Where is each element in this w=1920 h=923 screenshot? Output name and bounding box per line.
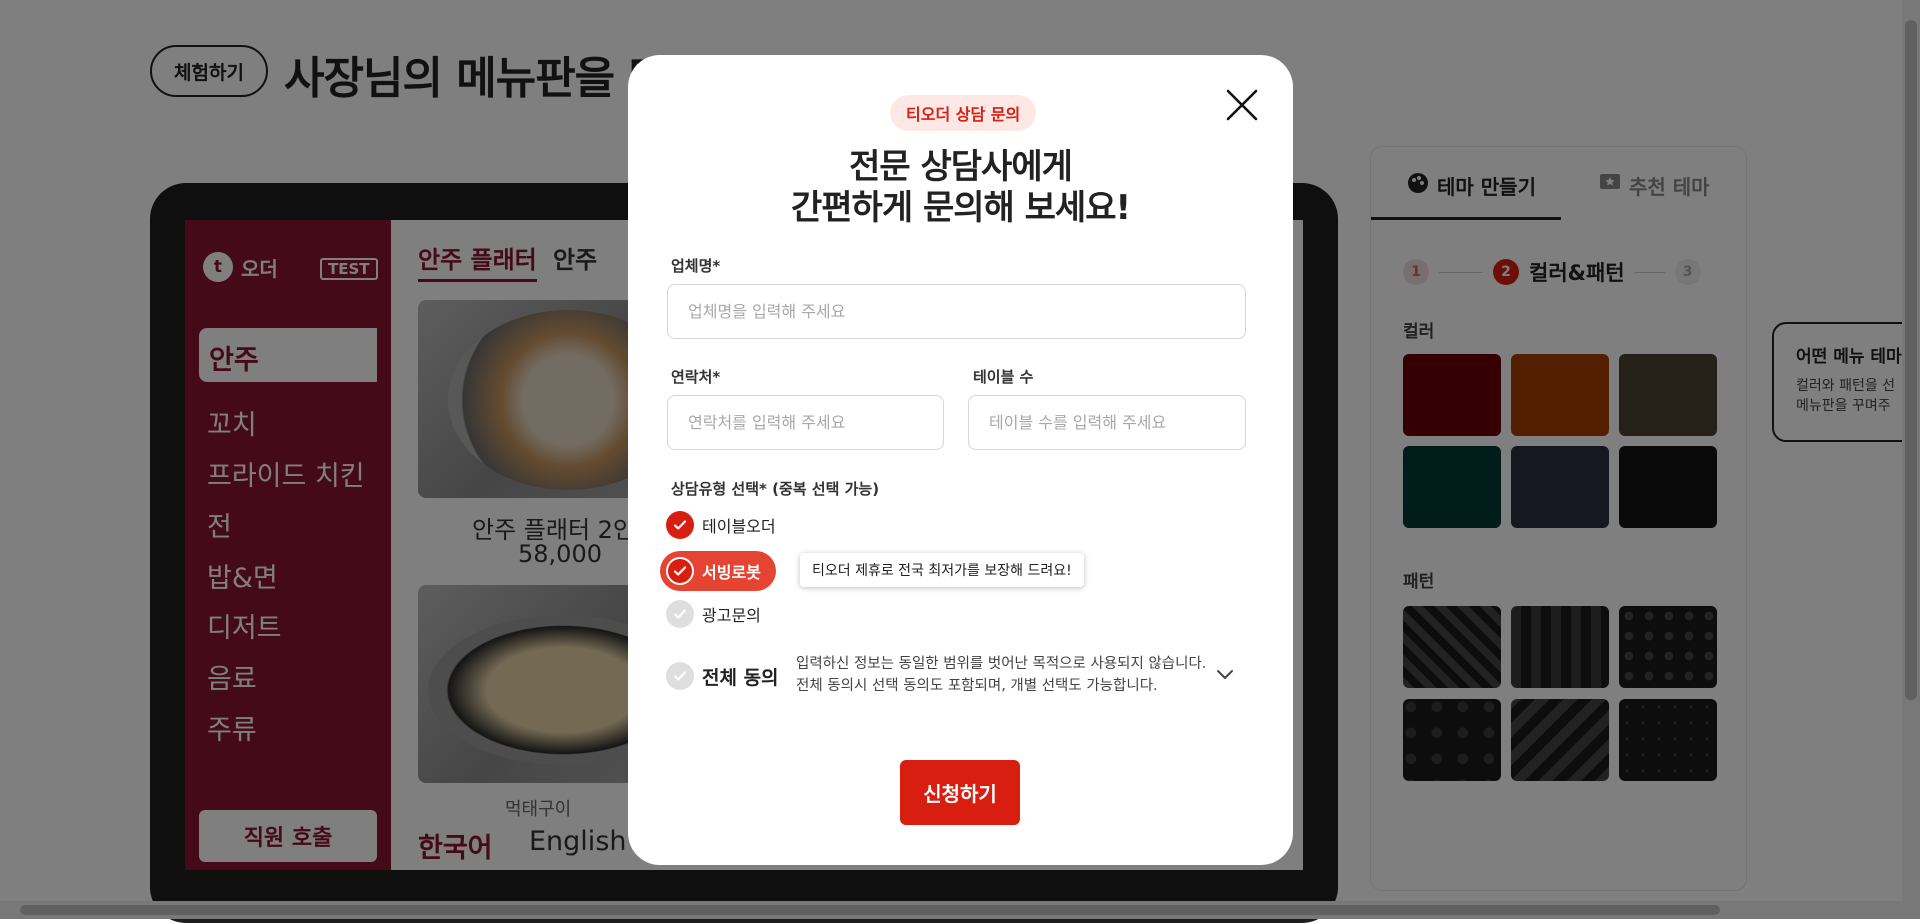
robot-tooltip: 티오더 제휴로 전국 최저가를 보장해 드려요! bbox=[800, 553, 1084, 587]
option-label: 서빙로봇 bbox=[702, 563, 761, 582]
check-icon bbox=[666, 511, 694, 539]
option-label: 광고문의 bbox=[702, 606, 761, 625]
option-table-order[interactable]: 테이블오더 bbox=[666, 511, 776, 539]
tables-label: 테이블 수 bbox=[973, 368, 1034, 386]
agree-desc-line: 입력하신 정보는 동일한 범위를 벗어난 목적으로 사용되지 않습니다. bbox=[796, 656, 1207, 672]
agree-desc-line: 전체 동의시 선택 동의도 포함되며, 개별 선택도 가능합니다. bbox=[796, 678, 1158, 694]
check-icon bbox=[666, 557, 694, 585]
close-icon bbox=[1226, 89, 1258, 121]
headline-line: 전문 상담사에게 bbox=[849, 147, 1073, 187]
agree-all-label: 전체 동의 bbox=[702, 666, 779, 689]
modal-headline: 전문 상담사에게 간편하게 문의해 보세요! bbox=[628, 147, 1293, 229]
contact-label: 연락처* bbox=[671, 368, 721, 386]
agree-all-checkbox[interactable]: 전체 동의 bbox=[666, 662, 779, 690]
agree-description: 입력하신 정보는 동일한 범위를 벗어난 목적으로 사용되지 않습니다. 전체 … bbox=[796, 653, 1206, 697]
expand-terms-button[interactable] bbox=[1216, 665, 1234, 683]
check-icon bbox=[666, 600, 694, 628]
close-button[interactable] bbox=[1224, 87, 1260, 123]
consultation-modal: 티오더 상담 문의 전문 상담사에게 간편하게 문의해 보세요! 업체명* 연락… bbox=[628, 55, 1293, 865]
company-label: 업체명* bbox=[671, 257, 721, 275]
page: 체험하기 사장님의 메뉴판을 만들어 보세요 t 오더 TEST 안주 꼬치 프… bbox=[0, 0, 1920, 923]
option-serving-robot[interactable]: 서빙로봇 bbox=[660, 551, 776, 591]
submit-button[interactable]: 신청하기 bbox=[900, 760, 1020, 825]
chevron-down-icon bbox=[1217, 670, 1233, 679]
inquiry-badge: 티오더 상담 문의 bbox=[890, 95, 1037, 131]
consult-type-label: 상담유형 선택* (중복 선택 가능) bbox=[671, 480, 880, 498]
tables-input[interactable] bbox=[968, 395, 1246, 450]
headline-line: 간편하게 문의해 보세요! bbox=[791, 187, 1131, 228]
company-input[interactable] bbox=[667, 284, 1246, 339]
option-ads[interactable]: 광고문의 bbox=[666, 600, 761, 628]
contact-input[interactable] bbox=[667, 395, 944, 450]
check-icon bbox=[666, 662, 694, 690]
option-label: 테이블오더 bbox=[702, 517, 776, 536]
